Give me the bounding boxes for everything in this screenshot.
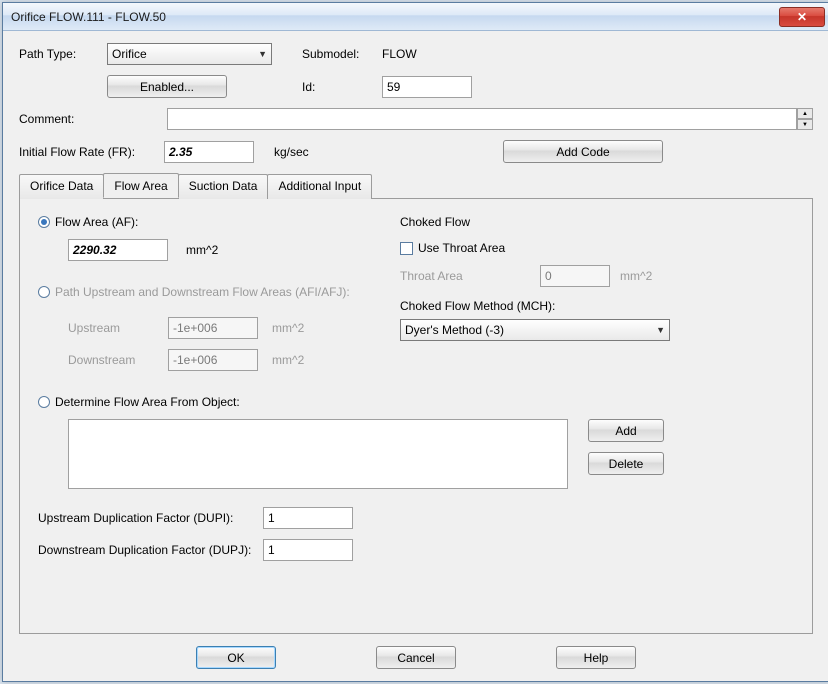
downstream-input: -1e+006 bbox=[168, 349, 258, 371]
dupi-label: Upstream Duplication Factor (DUPI): bbox=[38, 511, 263, 525]
dupj-input[interactable]: 1 bbox=[263, 539, 353, 561]
mch-combo[interactable]: Dyer's Method (-3) ▼ bbox=[400, 319, 670, 341]
submodel-value: FLOW bbox=[382, 47, 417, 61]
flow-rate-label: Initial Flow Rate (FR): bbox=[19, 145, 164, 159]
close-button[interactable]: ✕ bbox=[779, 7, 825, 27]
mch-value: Dyer's Method (-3) bbox=[405, 323, 504, 337]
comment-input[interactable] bbox=[167, 108, 797, 130]
upstream-unit: mm^2 bbox=[272, 321, 304, 335]
throat-area-input: 0 bbox=[540, 265, 610, 287]
row-path-type: Path Type: Orifice ▼ Submodel: FLOW bbox=[19, 43, 813, 65]
radio-flow-area-af[interactable] bbox=[38, 216, 50, 228]
tab-suction-data[interactable]: Suction Data bbox=[178, 174, 269, 199]
dupi-input[interactable]: 1 bbox=[263, 507, 353, 529]
dupj-label: Downstream Duplication Factor (DUPJ): bbox=[38, 543, 263, 557]
help-button[interactable]: Help bbox=[556, 646, 636, 669]
downstream-row: Downstream -1e+006 mm^2 bbox=[68, 349, 794, 371]
add-code-button[interactable]: Add Code bbox=[503, 140, 663, 163]
path-updown-label: Path Upstream and Downstream Flow Areas … bbox=[55, 285, 350, 299]
submodel-label: Submodel: bbox=[302, 47, 382, 61]
flow-area-input[interactable]: 2290.32 bbox=[68, 239, 168, 261]
upstream-input: -1e+006 bbox=[168, 317, 258, 339]
choked-flow-section: Choked Flow Use Throat Area Throat Area … bbox=[400, 215, 700, 341]
close-icon: ✕ bbox=[797, 10, 807, 24]
enabled-button[interactable]: Enabled... bbox=[107, 75, 227, 98]
downstream-unit: mm^2 bbox=[272, 353, 304, 367]
use-throat-row: Use Throat Area bbox=[400, 241, 700, 255]
tab-additional-input[interactable]: Additional Input bbox=[267, 174, 372, 199]
radio-determine-row: Determine Flow Area From Object: bbox=[38, 395, 794, 409]
delete-object-button[interactable]: Delete bbox=[588, 452, 664, 475]
throat-area-unit: mm^2 bbox=[620, 269, 652, 283]
ok-button[interactable]: OK bbox=[196, 646, 276, 669]
chevron-down-icon: ▼ bbox=[258, 49, 267, 59]
id-input[interactable]: 59 bbox=[382, 76, 472, 98]
downstream-label: Downstream bbox=[68, 353, 168, 367]
dialog-footer: OK Cancel Help bbox=[19, 634, 813, 673]
radio-determine-from-object[interactable] bbox=[38, 396, 50, 408]
row-enabled: Enabled... Id: 59 bbox=[19, 75, 813, 98]
comment-spinner[interactable]: ▲ ▼ bbox=[797, 108, 813, 130]
throat-area-row: Throat Area 0 mm^2 bbox=[400, 265, 700, 287]
content-area: Path Type: Orifice ▼ Submodel: FLOW Enab… bbox=[3, 31, 828, 681]
dupj-row: Downstream Duplication Factor (DUPJ): 1 bbox=[38, 539, 794, 561]
chevron-down-icon: ▼ bbox=[656, 325, 665, 335]
choked-flow-header: Choked Flow bbox=[400, 215, 700, 229]
comment-label: Comment: bbox=[19, 112, 79, 126]
use-throat-label: Use Throat Area bbox=[418, 241, 505, 255]
titlebar: Orifice FLOW.111 - FLOW.50 ✕ bbox=[3, 3, 828, 31]
dupi-row: Upstream Duplication Factor (DUPI): 1 bbox=[38, 507, 794, 529]
dialog-window: Orifice FLOW.111 - FLOW.50 ✕ Path Type: … bbox=[2, 2, 828, 682]
id-label: Id: bbox=[302, 80, 382, 94]
upstream-label: Upstream bbox=[68, 321, 168, 335]
object-listbox[interactable] bbox=[68, 419, 568, 489]
spinner-down-icon[interactable]: ▼ bbox=[797, 119, 813, 130]
tab-orifice-data[interactable]: Orifice Data bbox=[19, 174, 104, 199]
flow-rate-unit: kg/sec bbox=[274, 145, 354, 159]
cancel-button[interactable]: Cancel bbox=[376, 646, 456, 669]
use-throat-checkbox[interactable] bbox=[400, 242, 413, 255]
flow-rate-input[interactable]: 2.35 bbox=[164, 141, 254, 163]
throat-area-label: Throat Area bbox=[400, 269, 540, 283]
row-comment: Comment: ▲ ▼ bbox=[19, 108, 813, 130]
path-type-label: Path Type: bbox=[19, 47, 107, 61]
tab-strip: Orifice Data Flow Area Suction Data Addi… bbox=[19, 173, 813, 198]
row-flow-rate: Initial Flow Rate (FR): 2.35 kg/sec Add … bbox=[19, 140, 813, 163]
mch-label: Choked Flow Method (MCH): bbox=[400, 299, 700, 313]
tab-flow-area[interactable]: Flow Area bbox=[103, 173, 178, 198]
spinner-up-icon[interactable]: ▲ bbox=[797, 108, 813, 119]
tab-panel-flow-area: Flow Area (AF): 2290.32 mm^2 Path Upstre… bbox=[19, 198, 813, 634]
radio-path-updown[interactable] bbox=[38, 286, 50, 298]
window-title: Orifice FLOW.111 - FLOW.50 bbox=[11, 10, 779, 24]
path-type-combo[interactable]: Orifice ▼ bbox=[107, 43, 272, 65]
flow-area-af-label: Flow Area (AF): bbox=[55, 215, 138, 229]
object-list-row: Add Delete bbox=[68, 419, 794, 489]
flow-area-unit: mm^2 bbox=[186, 243, 218, 257]
determine-label: Determine Flow Area From Object: bbox=[55, 395, 240, 409]
path-type-value: Orifice bbox=[112, 47, 147, 61]
add-object-button[interactable]: Add bbox=[588, 419, 664, 442]
